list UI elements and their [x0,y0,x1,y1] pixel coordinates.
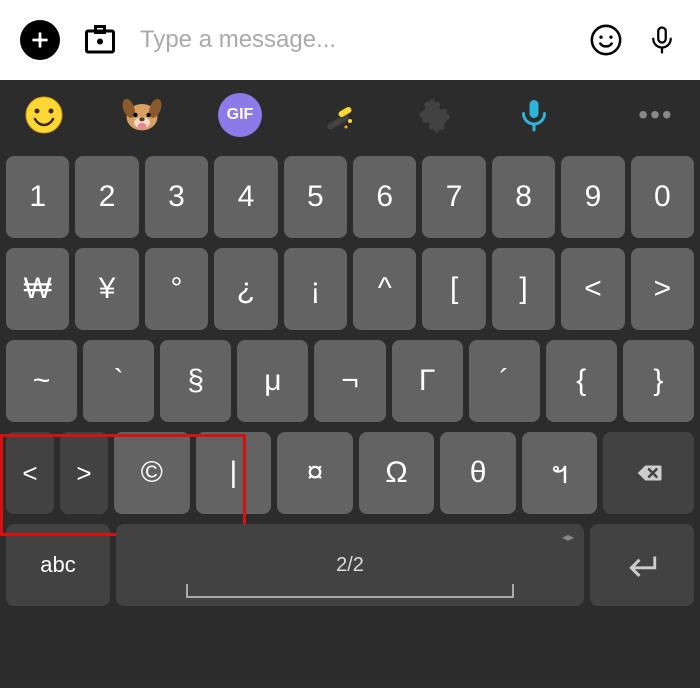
key-lbracket[interactable]: [ [422,248,485,330]
key-9[interactable]: 9 [561,156,624,238]
microphone-color-icon [516,97,552,133]
key-inverted-question[interactable]: ¿ [214,248,277,330]
key-copyright[interactable]: © [114,432,190,514]
space-bracket-icon [186,584,514,598]
spacebar-key[interactable]: ◂▸ 2/2 [116,524,584,606]
gif-icon: GIF [218,93,262,137]
sticker-tab[interactable] [118,91,166,139]
gif-tab[interactable]: GIF [216,91,264,139]
key-lbrace[interactable]: { [546,340,617,422]
key-pipe[interactable]: | [196,432,272,514]
key-backtick[interactable]: ` [83,340,154,422]
key-lt[interactable]: < [561,248,624,330]
dog-sticker-icon [120,93,164,137]
key-row-4: < > © | ¤ Ω θ ฯ [6,432,694,514]
key-gt[interactable]: > [631,248,694,330]
add-button[interactable] [20,20,60,60]
backspace-key[interactable] [603,432,694,514]
voice-tab[interactable] [510,91,558,139]
camera-icon [82,22,118,58]
backspace-icon [634,458,664,488]
key-acute[interactable]: ´ [469,340,540,422]
key-section[interactable]: § [160,340,231,422]
enter-icon [625,548,659,582]
key-5[interactable]: 5 [284,156,347,238]
key-theta[interactable]: θ [440,432,516,514]
page-prev-key[interactable]: < [6,432,54,514]
abc-key[interactable]: abc [6,524,110,606]
smile-icon [589,23,623,57]
key-thai[interactable]: ฯ [522,432,598,514]
key-6[interactable]: 6 [353,156,416,238]
key-degree[interactable]: ° [145,248,208,330]
key-rbracket[interactable]: ] [492,248,555,330]
keyboard-keys: 1 2 3 4 5 6 7 8 9 0 ₩ ¥ ° ¿ ¡ ^ [ ] < > … [0,150,700,688]
key-2[interactable]: 2 [75,156,138,238]
keyboard-toolbar: GIF ••• [0,80,700,150]
keyboard-area: GIF ••• 1 2 3 4 5 6 7 8 9 [0,80,700,688]
key-mu[interactable]: μ [237,340,308,422]
key-0[interactable]: 0 [631,156,694,238]
key-row-2: ₩ ¥ ° ¿ ¡ ^ [ ] < > [6,248,694,330]
more-tab[interactable]: ••• [632,91,680,139]
key-gamma[interactable]: Γ [392,340,463,422]
enter-key[interactable] [590,524,694,606]
message-input-bar [0,0,700,80]
key-tilde[interactable]: ~ [6,340,77,422]
emoji-tab[interactable] [20,91,68,139]
space-arrows: ◂▸ [562,530,574,544]
key-not[interactable]: ¬ [314,340,385,422]
magic-wand-icon [318,95,358,135]
gear-icon [418,97,454,133]
key-row-1: 1 2 3 4 5 6 7 8 9 0 [6,156,694,238]
key-7[interactable]: 7 [422,156,485,238]
plus-icon [29,29,51,51]
key-won[interactable]: ₩ [6,248,69,330]
key-8[interactable]: 8 [492,156,555,238]
key-inverted-exclaim[interactable]: ¡ [284,248,347,330]
key-yen[interactable]: ¥ [75,248,138,330]
settings-tab[interactable] [412,91,460,139]
key-1[interactable]: 1 [6,156,69,238]
key-omega[interactable]: Ω [359,432,435,514]
magic-tab[interactable] [314,91,362,139]
microphone-icon [647,25,677,55]
key-rbrace[interactable]: } [623,340,694,422]
emoji-button[interactable] [588,22,624,58]
page-indicator: 2/2 [336,554,364,577]
message-input[interactable] [140,20,568,60]
key-3[interactable]: 3 [145,156,208,238]
smiley-face-icon [24,95,64,135]
key-row-3: ~ ` § μ ¬ Γ ´ { } [6,340,694,422]
camera-button[interactable] [80,20,120,60]
key-row-5: abc ◂▸ 2/2 [6,524,694,606]
microphone-button[interactable] [644,22,680,58]
key-currency[interactable]: ¤ [277,432,353,514]
key-4[interactable]: 4 [214,156,277,238]
page-next-key[interactable]: > [60,432,108,514]
key-caret[interactable]: ^ [353,248,416,330]
